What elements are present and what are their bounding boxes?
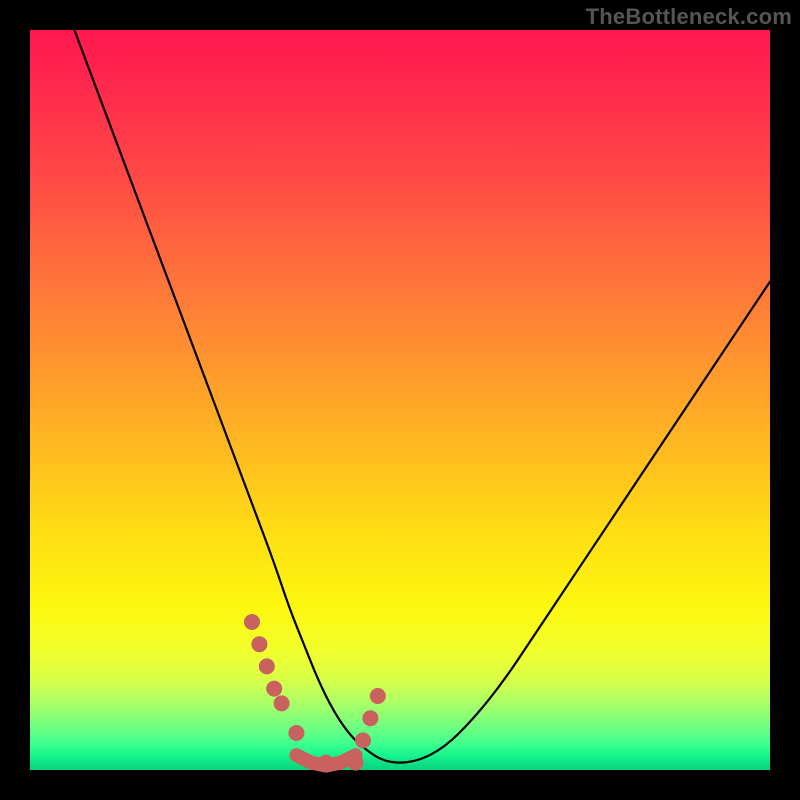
watermark-text: TheBottleneck.com: [586, 4, 792, 30]
chart-frame: TheBottleneck.com: [0, 0, 800, 800]
bottleneck-curve: [74, 30, 770, 763]
highlight-dot: [355, 732, 371, 748]
plot-area: [30, 30, 770, 770]
highlight-dot: [274, 695, 290, 711]
highlight-dot: [266, 681, 282, 697]
highlight-dot: [318, 755, 334, 771]
highlight-dot: [244, 614, 260, 630]
highlight-dot: [348, 755, 364, 771]
highlight-dot: [370, 688, 386, 704]
highlight-dot: [251, 636, 267, 652]
highlight-dots: [244, 614, 386, 771]
highlight-dot: [362, 710, 378, 726]
highlight-dot: [288, 725, 304, 741]
highlight-dot: [259, 658, 275, 674]
curve-svg: [30, 30, 770, 770]
